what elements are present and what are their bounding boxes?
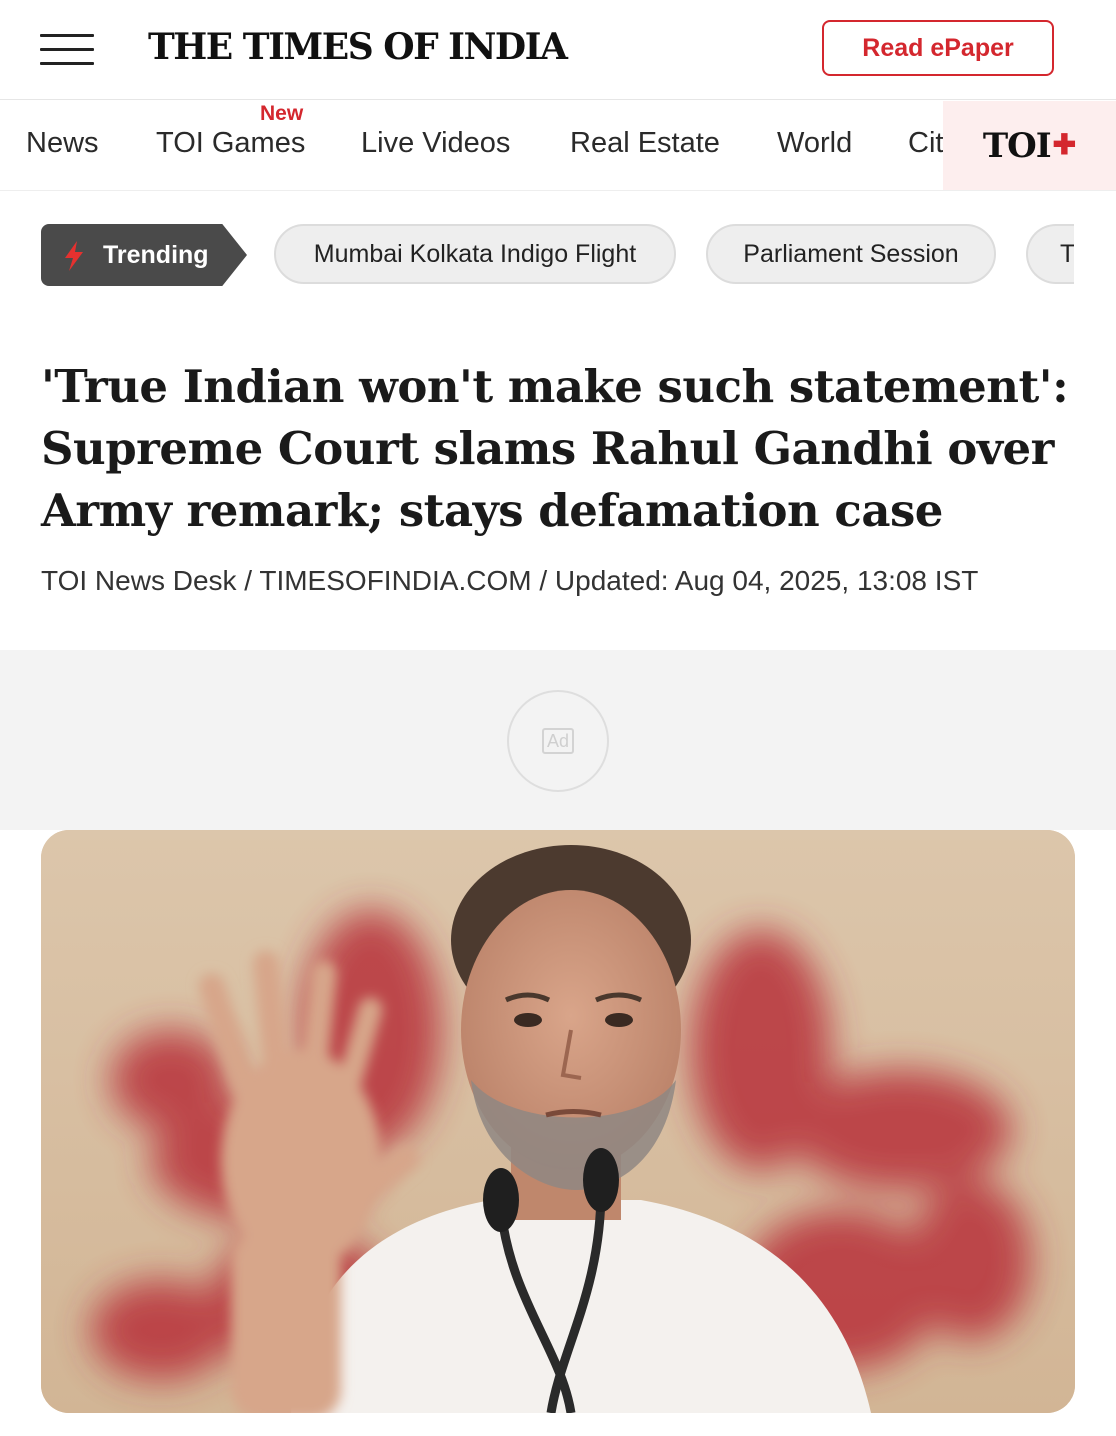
nav-item-news[interactable]: News bbox=[26, 127, 99, 160]
ad-label: Ad bbox=[541, 728, 575, 754]
nav-item-real-estate[interactable]: Real Estate bbox=[570, 127, 720, 160]
plus-icon: ✚ bbox=[1052, 128, 1077, 160]
toi-plus-label: TOI bbox=[982, 126, 1052, 166]
read-epaper-button[interactable]: Read ePaper bbox=[822, 20, 1054, 76]
ad-icon: Ad bbox=[507, 690, 609, 792]
article-byline: TOI News Desk / TIMESOFINDIA.COM / Updat… bbox=[41, 565, 979, 596]
trending-bar: Trending Mumbai Kolkata Indigo Flight Pa… bbox=[0, 210, 1116, 300]
trending-chip[interactable]: Mumbai Kolkata Indigo Flight bbox=[274, 224, 676, 284]
flash-icon bbox=[65, 241, 83, 271]
trending-text: Trending bbox=[103, 240, 209, 269]
site-header: THE TIMES OF INDIA Read ePaper bbox=[0, 0, 1116, 100]
ad-placeholder: Ad bbox=[0, 650, 1116, 830]
article-headline: 'True Indian won't make such statement':… bbox=[41, 360, 1069, 537]
article-photo bbox=[41, 830, 1075, 1413]
article-image[interactable] bbox=[41, 830, 1075, 1413]
hamburger-menu-icon[interactable] bbox=[40, 30, 94, 70]
site-logo[interactable]: THE TIMES OF INDIA bbox=[148, 26, 568, 68]
nav-item-world[interactable]: World bbox=[777, 127, 852, 160]
trending-chip[interactable]: Parliament Session bbox=[706, 224, 996, 284]
toi-plus-button[interactable]: TOI ✚ bbox=[943, 101, 1116, 190]
section-nav: News New TOI Games Live Videos Real Esta… bbox=[0, 101, 1116, 191]
nav-item-live-videos[interactable]: Live Videos bbox=[361, 127, 510, 160]
new-badge: New bbox=[260, 102, 304, 125]
trending-label[interactable]: Trending bbox=[41, 224, 247, 286]
trending-chip[interactable]: T bbox=[1026, 224, 1074, 284]
nav-item-toi-games[interactable]: TOI Games bbox=[156, 127, 305, 160]
nav-item-city[interactable]: Cit bbox=[908, 127, 943, 160]
